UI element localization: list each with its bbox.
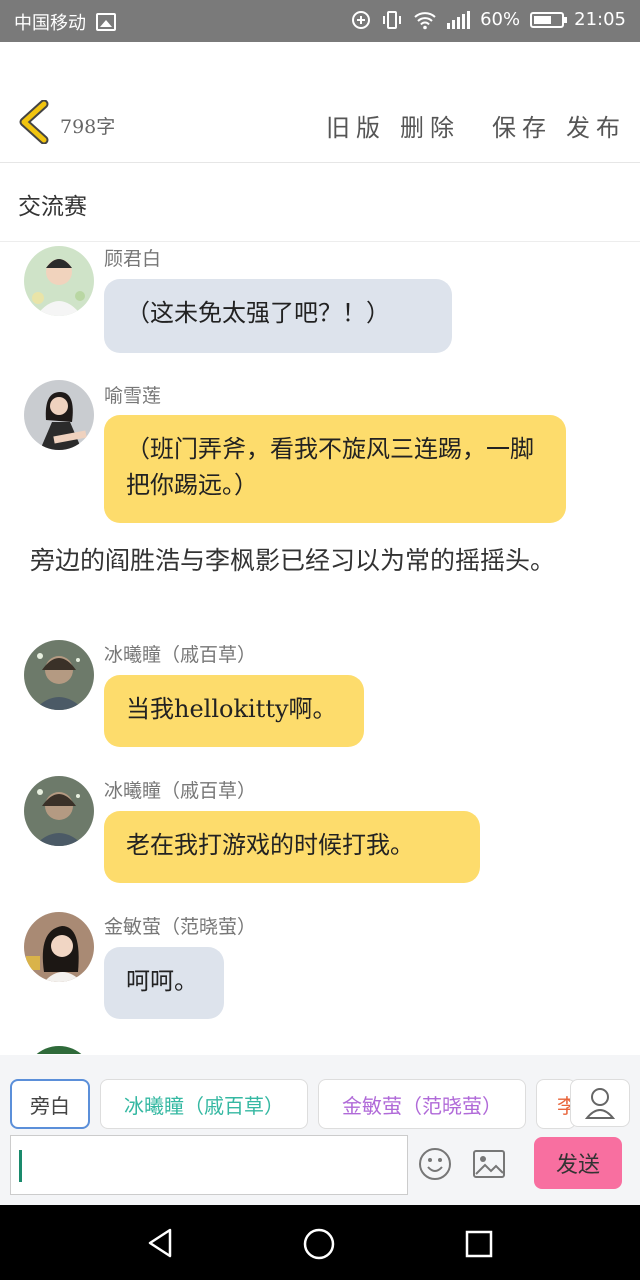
chat-list[interactable]: 顾君白 （这未免太强了吧？！） 喻雪莲 （班门弄斧，看我不旋风三连踢，一脚把你踢… [0,242,640,1054]
sender-name: 喻雪莲 [104,385,162,407]
gallery-notification-icon [96,13,116,31]
sender-name: 冰曦瞳（戚百草） [104,644,257,666]
chat-bubble[interactable]: 老在我打游戏的时候打我。 [104,811,480,883]
wifi-icon [414,11,436,29]
nav-recents-icon[interactable] [464,1229,494,1259]
message-input[interactable] [10,1135,408,1195]
role-manager-button[interactable] [570,1079,630,1127]
back-chevron-icon[interactable] [14,100,54,144]
role-chip[interactable]: 金敏萤（范晓萤） [318,1079,526,1129]
save-button[interactable]: 保存 [492,108,552,143]
nav-home-icon[interactable] [302,1227,336,1261]
battery-percent: 60% [480,9,521,30]
composer-panel: 旁白 冰曦瞳（戚百草） 金敏萤（范晓萤） 李 发送 [0,1055,640,1205]
sender-name: 冰曦瞳（戚百草） [104,780,257,802]
role-chip[interactable]: 冰曦瞳（戚百草） [100,1079,308,1129]
avatar[interactable] [24,912,94,982]
role-chip-label: 金敏萤（范晓萤） [342,1093,502,1118]
status-bar: 中国移动 60% 21:05 [0,0,640,42]
chapter-title-field[interactable]: 交流赛 [0,163,640,242]
old-version-button[interactable]: 旧版 [326,108,386,143]
avatar[interactable] [24,1046,94,1054]
word-count: 798字 [60,116,116,138]
publish-button[interactable]: 发布 [566,108,626,143]
text-caret [19,1150,22,1182]
system-nav-bar [0,1205,640,1280]
avatar[interactable] [24,776,94,846]
chat-bubble[interactable]: （班门弄斧，看我不旋风三连踢，一脚把你踢远。） [104,415,566,523]
role-chip-label: 旁白 [30,1093,70,1118]
narration-text[interactable]: 旁边的阎胜浩与李枫影已经习以为常的摇摇头。 [30,544,590,578]
chat-bubble[interactable]: 当我hellokitty啊。 [104,675,364,747]
send-label: 发送 [555,1153,600,1178]
carrier-label: 中国移动 [14,13,86,34]
image-icon[interactable] [472,1149,506,1179]
emoji-icon[interactable] [418,1147,452,1181]
role-chip[interactable]: 旁白 [10,1079,90,1129]
role-chip-label: 冰曦瞳（戚百草） [124,1093,284,1118]
avatar[interactable] [24,246,94,316]
sender-name: 金敏萤（范晓萤） [104,916,257,938]
profile-icon [584,1088,616,1119]
clock: 21:05 [574,9,626,30]
signal-icon [447,10,471,29]
editor-toolbar: 798字 旧版 删除 保存 发布 [0,90,640,163]
chat-bubble[interactable]: 呵呵。 [104,947,224,1019]
chapter-title: 交流赛 [18,194,87,220]
data-saver-icon [352,10,371,29]
battery-icon [530,11,568,28]
chat-bubble[interactable]: （这未免太强了吧？！） [104,279,452,353]
nav-back-icon[interactable] [144,1227,176,1259]
delete-button[interactable]: 删除 [400,108,460,143]
vibrate-icon [383,10,402,29]
avatar[interactable] [24,640,94,710]
send-button[interactable]: 发送 [534,1137,622,1189]
sender-name: 顾君白 [104,248,162,270]
avatar[interactable] [24,380,94,450]
